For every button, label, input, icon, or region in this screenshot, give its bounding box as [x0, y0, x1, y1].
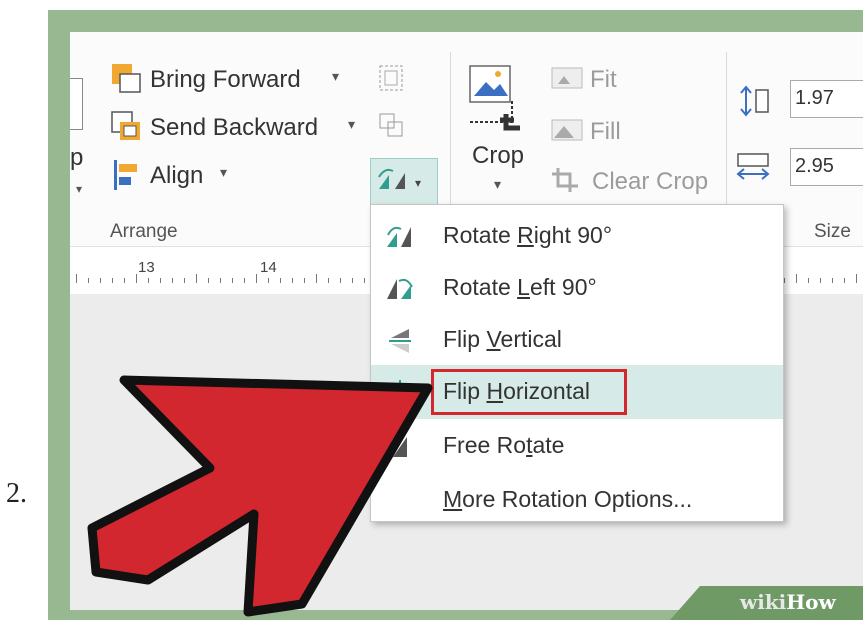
- watermark-text: wikiHow: [740, 590, 836, 614]
- callout-arrow: [87, 375, 433, 617]
- wikihow-watermark: wikiHow: [670, 580, 863, 620]
